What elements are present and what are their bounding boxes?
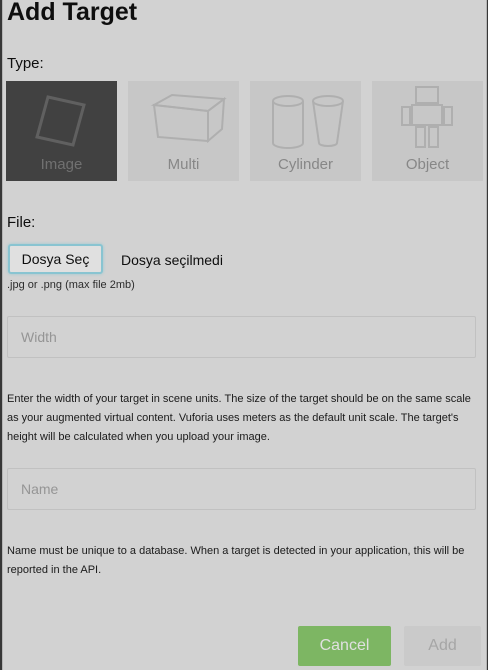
add-target-dialog: Add Target Type: Image Multi Cylinder Ob…: [2, 0, 487, 670]
type-tile-label: Multi: [167, 156, 200, 173]
type-tile-multi[interactable]: Multi: [128, 81, 239, 181]
file-status: Dosya seçilmedi: [121, 252, 223, 268]
choose-file-button[interactable]: Dosya Seç: [8, 244, 103, 274]
cylinder-icon: [272, 95, 344, 149]
robot-icon: [401, 86, 453, 148]
type-tile-label: Image: [40, 156, 83, 173]
add-button[interactable]: Add: [404, 626, 481, 666]
type-tile-cylinder[interactable]: Cylinder: [250, 81, 361, 181]
type-label: Type:: [7, 55, 44, 72]
type-tile-object[interactable]: Object: [372, 81, 483, 181]
width-input[interactable]: Width: [7, 316, 476, 358]
dialog-title: Add Target: [7, 0, 138, 26]
type-tile-label: Cylinder: [277, 156, 334, 173]
width-help-text: Enter the width of your target in scene …: [7, 393, 471, 443]
file-label: File:: [7, 214, 36, 231]
target-type-selector: Image Multi Cylinder Object: [6, 81, 484, 181]
name-help-text: Name must be unique to a database. When …: [7, 545, 465, 576]
box-icon: [150, 93, 227, 144]
type-tile-label: Object: [405, 156, 450, 173]
file-hint: .jpg or .png (max file 2mb): [7, 279, 135, 291]
image-icon: [35, 95, 86, 147]
cancel-button[interactable]: Cancel: [298, 626, 391, 666]
name-input[interactable]: Name: [7, 468, 476, 510]
type-tile-image[interactable]: Image: [6, 81, 117, 181]
